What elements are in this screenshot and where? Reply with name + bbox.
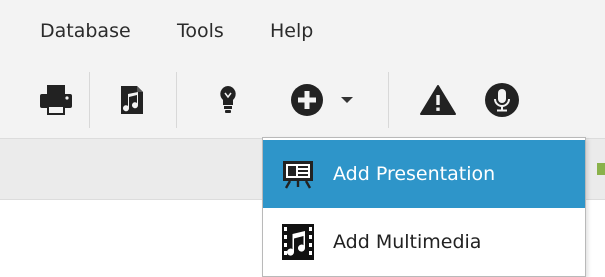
lightbulb-icon — [220, 86, 236, 113]
chevron-down-icon — [341, 97, 353, 103]
music-file-button[interactable] — [108, 62, 156, 138]
add-presentation-label: Add Presentation — [333, 163, 496, 185]
warning-button[interactable] — [412, 62, 464, 138]
lightbulb-button[interactable] — [206, 62, 250, 138]
menu-tools[interactable]: Tools — [177, 18, 224, 44]
add-dropdown-button[interactable] — [282, 62, 362, 138]
toolbar-separator — [388, 72, 389, 128]
toolbar-separator — [176, 72, 177, 128]
music-file-icon — [121, 86, 143, 114]
toolbar — [0, 62, 605, 138]
toolbar-separator — [89, 72, 90, 128]
add-circle-icon — [291, 84, 323, 116]
status-indicator — [597, 163, 605, 175]
printer-icon — [40, 85, 72, 115]
add-dropdown-menu: Add Presentation Add Multimedia — [262, 137, 586, 277]
add-multimedia-item[interactable]: Add Multimedia — [263, 208, 585, 276]
add-multimedia-label: Add Multimedia — [333, 231, 482, 253]
warning-icon — [420, 85, 456, 115]
menu-bar: Database Tools Help — [0, 0, 605, 62]
menu-database[interactable]: Database — [40, 18, 131, 44]
presentation-icon — [263, 140, 333, 208]
film-music-icon — [263, 208, 333, 276]
print-button[interactable] — [28, 62, 84, 138]
add-presentation-item[interactable]: Add Presentation — [263, 140, 585, 208]
menu-help[interactable]: Help — [270, 18, 313, 44]
microphone-button[interactable] — [474, 62, 530, 138]
microphone-icon — [485, 83, 519, 117]
